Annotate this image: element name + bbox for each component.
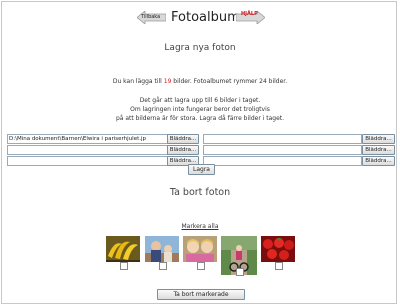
two-girls-image [183, 236, 217, 262]
top-bar: Tillbaka Fotoalbum HJÄLP [0, 9, 400, 29]
upload-heading: Lagra nya foton [164, 43, 236, 53]
upload-instructions: Det går att lagra upp till 6 bilder i ta… [0, 96, 400, 123]
instruction-line-1: Det går att lagra upp till 6 bilder i ta… [139, 97, 261, 104]
file-input-4[interactable] [203, 145, 362, 155]
instruction-line-2: Om lagringen inte fungerar beror det tro… [130, 106, 270, 113]
browse-button-6[interactable]: Bläddra... [362, 156, 395, 166]
app-title: Fotoalbum [171, 10, 240, 25]
file-input-3[interactable] [7, 145, 168, 155]
photo-checkbox-3[interactable] [197, 262, 205, 270]
back-label: Tillbaka [141, 14, 161, 20]
select-all-link[interactable]: Markera alla [0, 223, 400, 230]
photo-thumb-strawberries[interactable] [261, 236, 295, 262]
capacity-suffix: bilder. Fotoalbumet rymmer 24 bilder. [171, 78, 288, 85]
file-upload-grid: D:\Mina dokument\Barnen\Elwira i pariser… [7, 134, 395, 167]
browse-button-1[interactable]: Bläddra... [167, 134, 199, 144]
capacity-prefix: Du kan lägga till [112, 78, 164, 85]
photo-checkbox-4[interactable] [236, 268, 244, 276]
back-button[interactable]: Tillbaka [137, 11, 166, 24]
photo-checkbox-2[interactable] [159, 262, 167, 270]
upload-row: D:\Mina dokument\Barnen\Elwira i pariser… [7, 134, 395, 145]
photo-thumb-boys[interactable] [145, 236, 179, 262]
instruction-line-3: på att bilderna är för stora. Lagra då f… [115, 115, 285, 122]
photo-thumb-bananas[interactable] [106, 236, 140, 262]
photo-checkbox-1[interactable] [120, 262, 128, 270]
save-button[interactable]: Lagra [188, 164, 215, 175]
file-input-5[interactable] [7, 156, 168, 166]
photo-thumb-girls[interactable] [183, 236, 217, 262]
delete-selected-button[interactable]: Ta bort markerade [157, 289, 245, 300]
file-input-1[interactable]: D:\Mina dokument\Barnen\Elwira i pariser… [7, 134, 168, 144]
delete-heading: Ta bort foton [169, 187, 231, 198]
photo-checkbox-5[interactable] [275, 262, 283, 270]
upload-row: Bläddra... Bläddra... [7, 145, 395, 156]
browse-button-2[interactable]: Bläddra... [362, 134, 395, 144]
bananas-image [106, 236, 140, 262]
browse-button-4[interactable]: Bläddra... [362, 145, 395, 155]
strawberries-image [261, 236, 295, 262]
help-label: HJÄLP [241, 11, 258, 17]
help-button[interactable]: HJÄLP [236, 11, 265, 24]
boy-and-toddler-image [145, 236, 179, 262]
file-input-6[interactable] [203, 156, 362, 166]
browse-button-3[interactable]: Bläddra... [167, 145, 199, 155]
capacity-info: Du kan lägga till 19 bilder. Fotoalbumet… [0, 77, 400, 86]
file-input-2[interactable] [203, 134, 362, 144]
